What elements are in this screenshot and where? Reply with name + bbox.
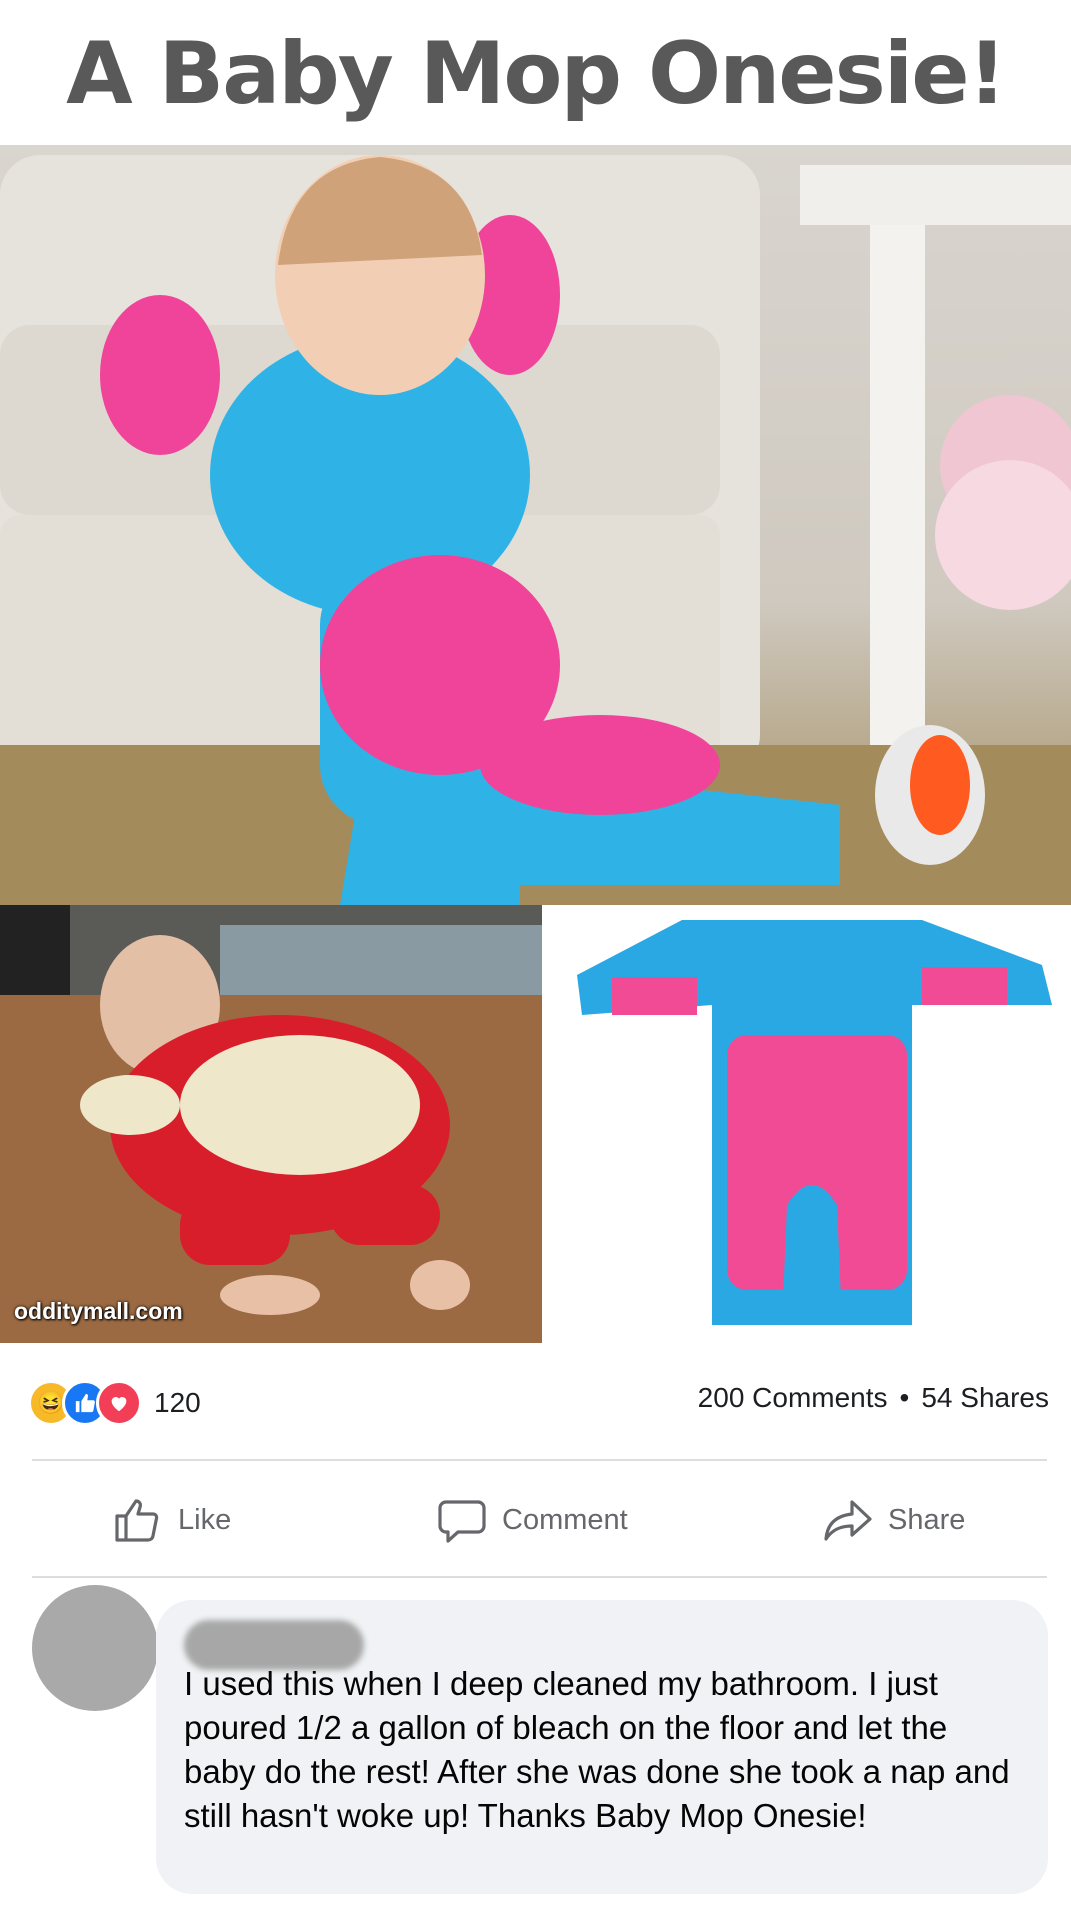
product-photo[interactable] xyxy=(542,905,1071,1343)
comment-button[interactable]: Comment xyxy=(436,1490,628,1550)
baby-sitting-illustration xyxy=(0,155,1071,905)
share-arrow-icon xyxy=(824,1500,872,1541)
like-label: Like xyxy=(178,1503,232,1536)
speech-bubble-icon xyxy=(438,1500,486,1543)
like-button[interactable]: Like xyxy=(112,1490,231,1550)
comments-count-link[interactable]: 200 Comments xyxy=(698,1382,888,1414)
post-stats: 200 Comments • 54 Shares xyxy=(698,1382,1049,1414)
shares-count-link[interactable]: 54 Shares xyxy=(921,1382,1049,1414)
avatar[interactable] xyxy=(32,1585,158,1711)
watermark: odditymall.com xyxy=(14,1298,183,1324)
reaction-summary[interactable]: 😆 120 xyxy=(28,1380,201,1426)
share-button[interactable]: Share xyxy=(822,1490,965,1550)
share-label: Share xyxy=(888,1503,966,1536)
main-photo[interactable] xyxy=(0,145,1071,905)
divider-bottom xyxy=(32,1576,1047,1578)
post-title: A Baby Mop Onesie! xyxy=(66,24,1007,124)
love-reaction-icon xyxy=(96,1380,142,1426)
onesie-product-illustration xyxy=(577,920,1052,1325)
action-bar: Like Comment Share xyxy=(0,1490,1071,1550)
thumbs-up-icon xyxy=(115,1499,159,1542)
divider-top xyxy=(32,1459,1047,1461)
comment-bubble: I used this when I deep cleaned my bathr… xyxy=(156,1600,1048,1894)
reaction-count: 120 xyxy=(154,1387,201,1418)
comment-label: Comment xyxy=(502,1503,628,1536)
comment-text: I used this when I deep cleaned my bathr… xyxy=(184,1665,1010,1834)
crawling-baby-photo[interactable]: odditymall.com xyxy=(0,905,542,1343)
stats-separator: • xyxy=(899,1382,910,1413)
crawling-baby-illustration xyxy=(0,905,542,1343)
